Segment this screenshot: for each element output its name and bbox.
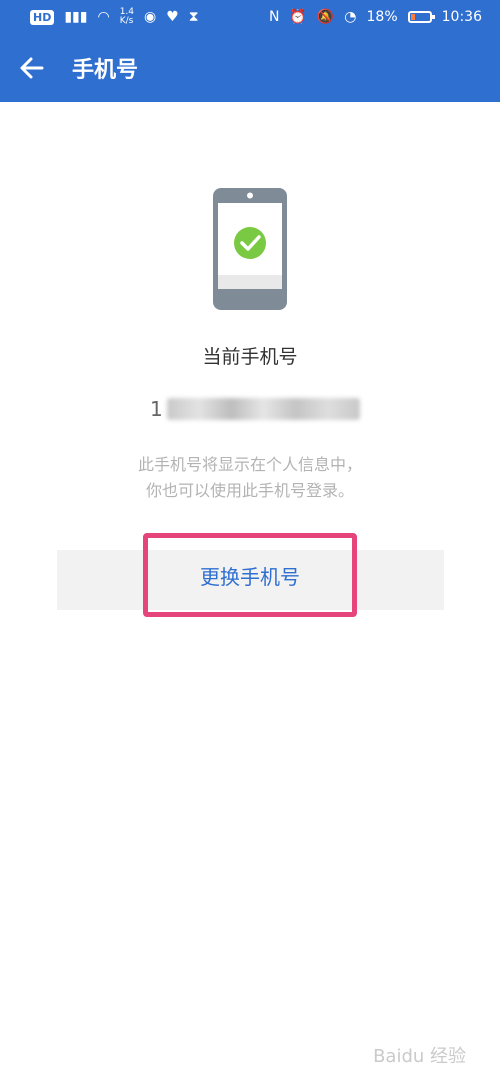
app-header: HD ▮▮▮ ◠ 1.4 K/s ◉ ♥ ⧗ N ⏰ 🔕 ◔ 18% 10:36 — [0, 0, 500, 102]
back-button[interactable] — [0, 34, 64, 102]
network-speed-unit: K/s — [119, 16, 134, 26]
battery-level — [410, 14, 415, 20]
clock-time: 10:36 — [441, 9, 482, 25]
nfc-icon: N — [268, 9, 280, 25]
app-notification-icon: ♥ — [166, 9, 179, 25]
description-line-2: 你也可以使用此手机号登录。 — [145, 481, 354, 500]
hd-badge: HD — [30, 9, 55, 25]
arrow-left-icon — [20, 57, 44, 79]
status-right: N ⏰ 🔕 ◔ 18% 10:36 — [269, 9, 482, 25]
status-left: HD ▮▮▮ ◠ 1.4 K/s ◉ ♥ ⧗ — [30, 8, 199, 26]
battery-icon — [407, 11, 435, 23]
hourglass-icon: ⧗ — [188, 9, 199, 25]
page-title: 手机号 — [72, 58, 139, 83]
mute-icon: 🔕 — [316, 9, 335, 25]
current-phone-label: 当前手机号 — [202, 346, 298, 368]
description: 此手机号将显示在个人信息中， 你也可以使用此手机号登录。 — [0, 452, 500, 504]
masked-number-first-digit: 1 — [150, 397, 163, 421]
phone-illustration — [212, 187, 288, 311]
watermark: Baidu 经验 — [373, 1042, 466, 1068]
description-line-1: 此手机号将显示在个人信息中， — [137, 455, 362, 474]
signal-icon: ▮▮▮ — [64, 9, 88, 25]
phone-camera — [247, 192, 253, 199]
watermark-text: Baidu 经验 — [373, 1046, 466, 1067]
title-bar: 手机号 — [0, 34, 500, 102]
check-circle-icon — [234, 227, 266, 259]
blurred-number — [166, 398, 360, 420]
phone-screen-bar — [218, 275, 282, 289]
speedometer-icon: ◔ — [344, 9, 357, 25]
change-phone-button[interactable]: 更换手机号 — [143, 533, 357, 617]
battery-percent: 18% — [366, 9, 398, 25]
network-speed: 1.4 K/s — [120, 8, 134, 26]
status-bar: HD ▮▮▮ ◠ 1.4 K/s ◉ ♥ ⧗ N ⏰ 🔕 ◔ 18% 10:36 — [0, 0, 500, 34]
eye-icon: ◉ — [144, 9, 157, 25]
alarm-icon: ⏰ — [289, 9, 307, 25]
masked-phone-number: 1 — [150, 395, 360, 423]
wifi-icon: ◠ — [97, 9, 110, 25]
